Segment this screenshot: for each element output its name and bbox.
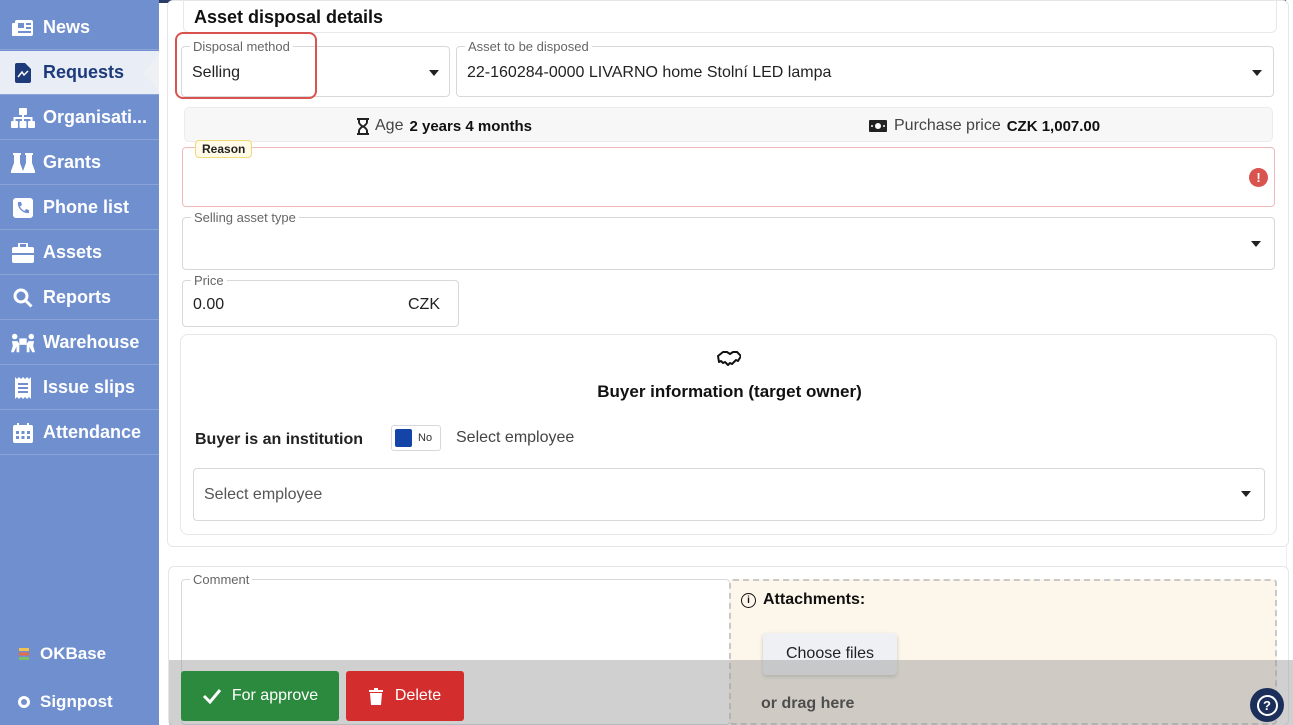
sidebar-item-label: Warehouse	[43, 332, 140, 352]
main-content: Asset disposal details Disposal method S…	[159, 0, 1293, 725]
buyer-title: Buyer information (target owner)	[597, 382, 862, 401]
sidebar-item-issue-slips[interactable]: Issue slips	[0, 366, 159, 410]
buyer-institution-toggle[interactable]: No	[391, 425, 441, 451]
age-label: Age	[375, 117, 404, 134]
asset-info-strip: Age 2 years 4 months Purchase price CZK …	[184, 107, 1273, 142]
chevron-down-icon	[1251, 241, 1261, 247]
toggle-text: No	[418, 432, 433, 444]
sidebar-item-phone-list[interactable]: Phone list	[0, 186, 159, 230]
sidebar-item-label: Assets	[43, 242, 103, 262]
toggle-knob	[395, 429, 412, 447]
receipt-icon	[11, 376, 35, 399]
question-icon: ?	[1256, 694, 1278, 716]
search-icon	[11, 287, 35, 309]
purchase-price-info: Purchase price CZK 1,007.00	[869, 117, 1100, 135]
flask-icon	[11, 152, 35, 174]
highlight-outline	[175, 32, 317, 99]
sidebar: News Requests Organisati... Grants Phone…	[0, 0, 159, 725]
okbase-icon	[16, 648, 32, 660]
sidebar-item-organisation[interactable]: Organisati...	[0, 96, 159, 140]
signpost-icon	[16, 696, 32, 708]
price-label: Price	[191, 273, 227, 288]
purchase-price-label: Purchase price	[894, 117, 1001, 134]
sidebar-item-news[interactable]: News	[0, 6, 159, 50]
price-input[interactable]: Price 0.00 CZK	[182, 273, 459, 327]
action-bar: For approve Delete	[169, 660, 1293, 725]
delete-button[interactable]: Delete	[346, 671, 464, 721]
for-approve-button[interactable]: For approve	[181, 671, 339, 721]
attachments-title: i Attachments:	[741, 591, 865, 609]
sidebar-item-label: Requests	[43, 62, 125, 82]
okbase-link[interactable]: OKBase	[16, 644, 106, 664]
selling-asset-type-label: Selling asset type	[191, 210, 299, 225]
comment-label: Comment	[190, 572, 253, 587]
buyer-info-box: Buyer information (target owner) Buyer i…	[180, 334, 1277, 535]
handshake-icon	[717, 351, 741, 366]
signpost-link[interactable]: Signpost	[16, 692, 113, 712]
sidebar-item-label: Issue slips	[43, 377, 136, 397]
hourglass-icon	[357, 117, 369, 135]
chevron-down-icon	[1252, 70, 1262, 76]
price-currency: CZK	[408, 296, 440, 313]
purchase-price-value: CZK 1,007.00	[1006, 117, 1101, 135]
sidebar-item-grants[interactable]: Grants	[0, 141, 159, 185]
buyer-institution-label: Buyer is an institution	[195, 431, 364, 448]
info-icon: i	[741, 592, 756, 608]
delete-label: Delete	[394, 687, 442, 704]
okbase-label: OKBase	[40, 644, 107, 663]
sidebar-item-label: Grants	[43, 152, 102, 172]
sitemap-icon	[11, 107, 35, 129]
age-value: 2 years 4 months	[409, 117, 533, 135]
trash-icon	[368, 687, 383, 705]
asset-label: Asset to be disposed	[465, 39, 592, 54]
reason-field[interactable]: Reason !	[182, 140, 1275, 207]
age-info: Age 2 years 4 months	[357, 117, 532, 135]
newspaper-icon	[11, 17, 35, 39]
error-icon: !	[1249, 168, 1268, 187]
active-indicator	[143, 55, 159, 91]
chevron-down-icon	[1241, 491, 1251, 497]
sidebar-item-attendance[interactable]: Attendance	[0, 411, 159, 455]
phone-icon	[11, 197, 35, 219]
sidebar-item-assets[interactable]: Assets	[0, 231, 159, 275]
sidebar-item-label: Reports	[43, 287, 112, 307]
for-approve-label: For approve	[231, 687, 319, 704]
sidebar-item-reports[interactable]: Reports	[0, 276, 159, 320]
sidebar-item-label: News	[43, 17, 91, 37]
selling-asset-type-select[interactable]: Selling asset type	[182, 210, 1275, 270]
select-employee-placeholder: Select employee	[204, 486, 323, 503]
page-title: Asset disposal details	[194, 7, 384, 27]
file-icon	[11, 62, 35, 84]
sidebar-item-label: Attendance	[43, 422, 142, 442]
select-employee-label: Select employee	[456, 429, 575, 446]
chevron-down-icon	[429, 70, 439, 76]
check-icon	[202, 689, 222, 704]
select-employee-dropdown[interactable]: Select employee	[193, 468, 1265, 521]
asset-select[interactable]: Asset to be disposed 22-160284-0000 LIVA…	[456, 39, 1274, 97]
help-button[interactable]: ?	[1250, 688, 1284, 722]
briefcase-icon	[11, 242, 35, 264]
asset-value: 22-160284-0000 LIVARNO home Stolní LED l…	[467, 64, 832, 81]
sidebar-item-requests[interactable]: Requests	[0, 51, 159, 95]
price-value: 0.00	[193, 296, 225, 313]
sidebar-item-label: Organisati...	[43, 107, 148, 127]
attachments-label: Attachments:	[763, 591, 866, 608]
signpost-label: Signpost	[40, 692, 113, 711]
people-carry-icon	[11, 332, 35, 354]
sidebar-item-label: Phone list	[43, 197, 130, 217]
money-bill-icon	[869, 120, 887, 132]
reason-label: Reason	[195, 140, 253, 158]
sidebar-item-warehouse[interactable]: Warehouse	[0, 321, 159, 365]
calendar-icon	[11, 422, 35, 444]
